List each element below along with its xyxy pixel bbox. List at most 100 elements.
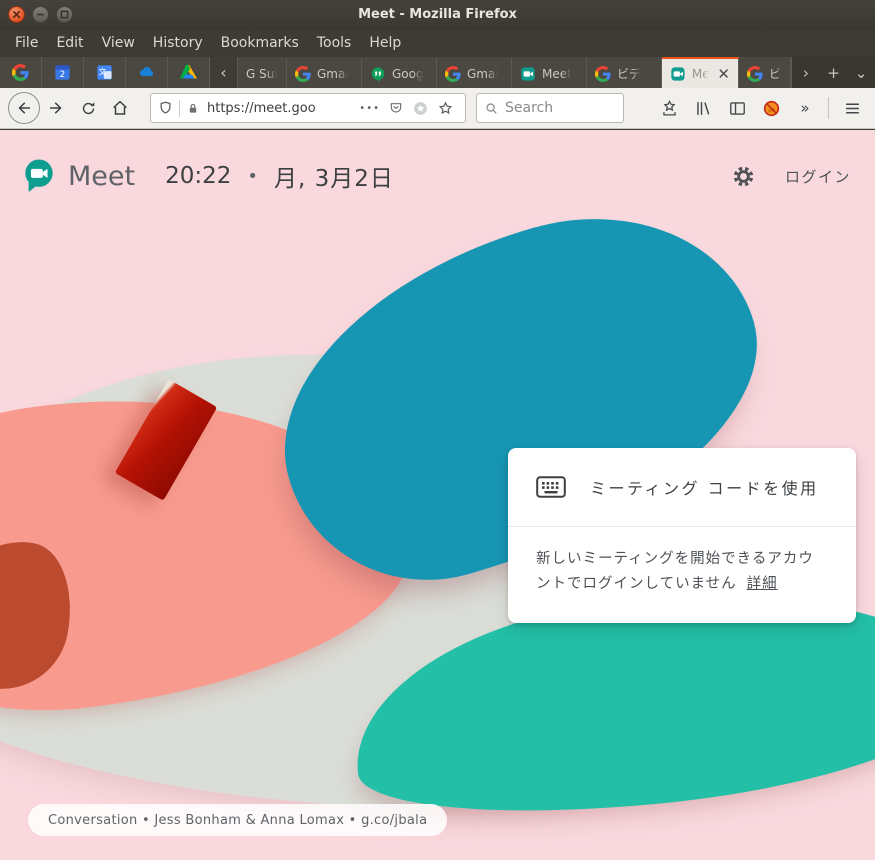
maximize-window-button[interactable] bbox=[56, 6, 73, 23]
tab-meet-1[interactable]: Meet bbox=[512, 57, 587, 88]
reload-icon bbox=[80, 100, 97, 117]
page-content: Meet 20:22 • 月, 3月2日 ログイン bbox=[0, 130, 875, 860]
header-actions: ログイン bbox=[732, 165, 875, 188]
urlbar-separator bbox=[179, 100, 180, 117]
google-translate-icon: 文 bbox=[96, 64, 113, 81]
lock-icon bbox=[186, 101, 200, 116]
current-time: 20:22 bbox=[165, 163, 231, 189]
tab-title: Meet bbox=[542, 67, 572, 81]
bookmarks-menu-button[interactable] bbox=[654, 94, 684, 122]
menu-history[interactable]: History bbox=[144, 30, 212, 57]
pinned-tab-drive[interactable] bbox=[168, 57, 210, 88]
new-tab-button[interactable]: + bbox=[821, 64, 845, 82]
onedrive-icon bbox=[137, 63, 156, 82]
google-drive-icon bbox=[180, 64, 197, 81]
close-tab-icon[interactable]: ✕ bbox=[717, 65, 730, 83]
forward-icon bbox=[47, 99, 65, 117]
google-icon bbox=[12, 64, 29, 81]
meeting-code-card: ミーティング コードを使用 新しいミーティングを開始できるアカウントでログインし… bbox=[508, 448, 856, 623]
google-icon bbox=[295, 66, 311, 82]
tab-gmail-2[interactable]: Gmai bbox=[437, 57, 512, 88]
scroll-tabs-left-button[interactable]: ‹ bbox=[210, 57, 238, 88]
tab-meet-active[interactable]: Me ✕ bbox=[662, 57, 739, 88]
menu-bookmarks[interactable]: Bookmarks bbox=[212, 30, 308, 57]
current-date: 月, 3月2日 bbox=[274, 159, 394, 193]
close-icon bbox=[12, 10, 21, 19]
tab-video-2[interactable]: ビ bbox=[739, 57, 791, 88]
minimize-window-button[interactable] bbox=[32, 6, 49, 23]
sidebar-icon bbox=[728, 99, 747, 118]
brand-name: Meet bbox=[68, 161, 135, 192]
google-icon bbox=[595, 66, 611, 82]
toolbar-right-icons: » bbox=[654, 94, 875, 122]
pocket-icon[interactable] bbox=[388, 100, 404, 116]
artwork-caption-pill: Conversation • Jess Bonham & Anna Lomax … bbox=[28, 804, 447, 836]
window-title: Meet - Mozilla Firefox bbox=[0, 0, 875, 30]
scroll-tabs-right-button[interactable]: › bbox=[794, 64, 818, 82]
tab-video-1[interactable]: ビデ bbox=[587, 57, 662, 88]
keyboard-icon bbox=[536, 476, 566, 498]
blocked-extension-icon bbox=[762, 99, 781, 118]
pinned-tab-google[interactable] bbox=[0, 57, 42, 88]
google-icon bbox=[747, 66, 763, 82]
settings-gear-icon[interactable] bbox=[732, 165, 755, 188]
menu-edit[interactable]: Edit bbox=[47, 30, 92, 57]
window-controls bbox=[8, 6, 73, 23]
hamburger-menu-button[interactable] bbox=[837, 94, 867, 122]
details-link[interactable]: 詳細 bbox=[747, 576, 778, 592]
tab-controls: › + ⌄ bbox=[791, 57, 875, 88]
tab-hangouts[interactable]: Goog bbox=[362, 57, 437, 88]
menu-help[interactable]: Help bbox=[360, 30, 410, 57]
bookmark-star-icon[interactable] bbox=[437, 100, 454, 117]
pinned-tab-translate[interactable]: 文 bbox=[84, 57, 126, 88]
menu-file[interactable]: File bbox=[6, 30, 47, 57]
login-button[interactable]: ログイン bbox=[785, 166, 851, 187]
tab-gsuite[interactable]: G Sui bbox=[238, 57, 287, 88]
tracking-protection-shield-icon bbox=[158, 100, 173, 116]
url-bar[interactable]: https://meet.goo ••• bbox=[150, 93, 466, 123]
page-actions-icon[interactable]: ••• bbox=[359, 103, 380, 114]
tab-title: ビ bbox=[769, 65, 781, 82]
reload-button[interactable] bbox=[72, 92, 104, 124]
home-button[interactable] bbox=[104, 92, 136, 124]
minimize-icon bbox=[36, 10, 45, 19]
menu-view[interactable]: View bbox=[93, 30, 144, 57]
home-icon bbox=[111, 99, 129, 117]
use-meeting-code-button[interactable]: ミーティング コードを使用 bbox=[508, 448, 856, 526]
google-calendar-icon: 2 bbox=[54, 64, 71, 81]
maximize-icon bbox=[60, 10, 69, 19]
menu-bar: File Edit View History Bookmarks Tools H… bbox=[0, 30, 875, 57]
library-button[interactable] bbox=[688, 94, 718, 122]
sidebar-button[interactable] bbox=[722, 94, 752, 122]
tab-title: Me bbox=[692, 67, 710, 81]
header-dot: • bbox=[247, 166, 258, 187]
close-window-button[interactable] bbox=[8, 6, 25, 23]
url-text[interactable]: https://meet.goo bbox=[207, 101, 355, 116]
menu-tools[interactable]: Tools bbox=[308, 30, 361, 57]
meet-icon bbox=[670, 66, 686, 82]
meet-logo bbox=[22, 158, 56, 194]
caption-text: Conversation • Jess Bonham & Anna Lomax … bbox=[48, 813, 427, 828]
overflow-chevrons-icon: » bbox=[800, 99, 809, 117]
calendar-day-label: 2 bbox=[60, 70, 65, 80]
blocked-extension-button[interactable] bbox=[756, 94, 786, 122]
list-all-tabs-button[interactable]: ⌄ bbox=[849, 64, 873, 82]
pinned-tab-onedrive[interactable] bbox=[126, 57, 168, 88]
tab-title: G Sui bbox=[246, 67, 278, 81]
meet-page-header: Meet 20:22 • 月, 3月2日 ログイン bbox=[0, 130, 875, 222]
translate-glyph: 文 bbox=[98, 67, 106, 77]
star-circle-icon[interactable] bbox=[412, 100, 429, 117]
card-body-text: 新しいミーティングを開始できるアカウントでログインしていません詳細 bbox=[508, 527, 856, 623]
bookmark-tray-icon bbox=[660, 99, 679, 118]
search-input[interactable]: Search bbox=[476, 93, 624, 123]
title-bar: Meet - Mozilla Firefox bbox=[0, 0, 875, 30]
back-button[interactable] bbox=[8, 92, 40, 124]
tab-gmail-1[interactable]: Gmai bbox=[287, 57, 362, 88]
toolbar-separator bbox=[828, 97, 829, 119]
forward-button[interactable] bbox=[40, 92, 72, 124]
meet-icon bbox=[520, 66, 536, 82]
hangouts-icon bbox=[370, 66, 386, 82]
overflow-menu-button[interactable]: » bbox=[790, 94, 820, 122]
pinned-tab-calendar[interactable]: 2 bbox=[42, 57, 84, 88]
search-placeholder: Search bbox=[505, 100, 553, 116]
